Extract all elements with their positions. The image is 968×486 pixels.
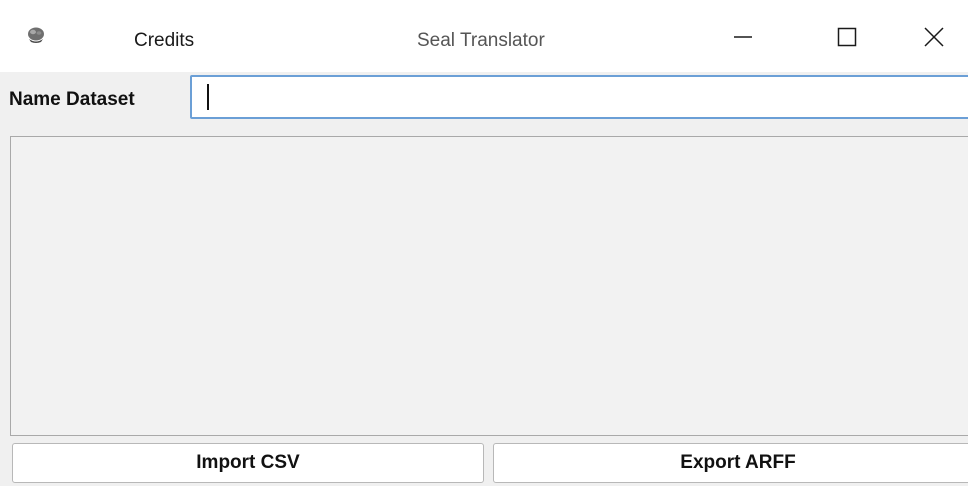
maximize-icon [837, 27, 857, 52]
content-panel [10, 136, 968, 436]
app-icon [25, 25, 47, 45]
text-caret [207, 84, 209, 110]
content-area [0, 130, 968, 440]
title-bar: Credits Seal Translator [0, 0, 968, 72]
close-button[interactable] [906, 14, 962, 64]
name-row: Name Dataset [0, 72, 968, 130]
minimize-button[interactable] [715, 14, 771, 64]
import-csv-button[interactable]: Import CSV [12, 443, 484, 483]
name-dataset-label: Name Dataset [9, 89, 135, 110]
close-icon [924, 26, 944, 52]
window-title: Seal Translator [417, 30, 545, 51]
name-dataset-input[interactable] [190, 75, 968, 119]
app-window: Credits Seal Translator Name Dataset Imp… [0, 0, 968, 486]
minimize-icon [733, 27, 753, 52]
maximize-button[interactable] [819, 14, 875, 64]
credits-menu[interactable]: Credits [134, 29, 194, 53]
action-row: Import CSV Export ARFF [0, 440, 968, 486]
export-arff-button[interactable]: Export ARFF [493, 443, 968, 483]
